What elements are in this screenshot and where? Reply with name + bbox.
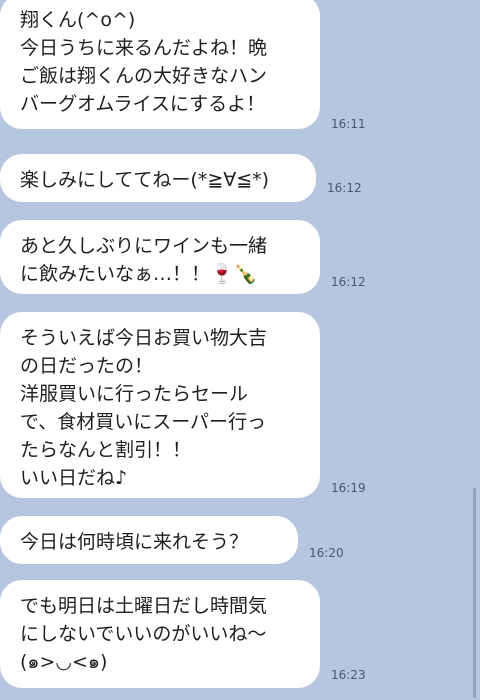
message-bubble[interactable]: 今日は何時頃に来れそう？ xyxy=(0,516,298,564)
message-time: 16:23 xyxy=(331,668,366,682)
message-bubble[interactable]: 楽しみにしててねー(*≧∀≦*) xyxy=(0,154,316,202)
message-bubble[interactable]: でも明日は土曜日だし時間気 にしないでいいのがいいね〜 (๑>◡<๑) xyxy=(0,580,320,688)
message-time: 16:12 xyxy=(331,275,366,289)
message-bubble[interactable]: 翔くん(^o^) 今日うちに来るんだよね！晩 ご飯は翔くんの大好きなハン バーグ… xyxy=(0,0,320,129)
message-time: 16:19 xyxy=(331,481,366,495)
chat-history: 翔くん(^o^) 今日うちに来るんだよね！晩 ご飯は翔くんの大好きなハン バーグ… xyxy=(0,0,480,700)
message-time: 16:11 xyxy=(331,117,366,131)
scrollbar[interactable] xyxy=(473,488,476,698)
message-time: 16:12 xyxy=(327,181,362,195)
message-time: 16:20 xyxy=(309,546,344,560)
message-bubble[interactable]: そういえば今日お買い物大吉 の日だったの！ 洋服買いに行ったらセール で、食材買… xyxy=(0,312,320,498)
message-bubble[interactable]: あと久しぶりにワインも一緒 に飲みたいなぁ…！！🍷🍾 xyxy=(0,220,320,294)
